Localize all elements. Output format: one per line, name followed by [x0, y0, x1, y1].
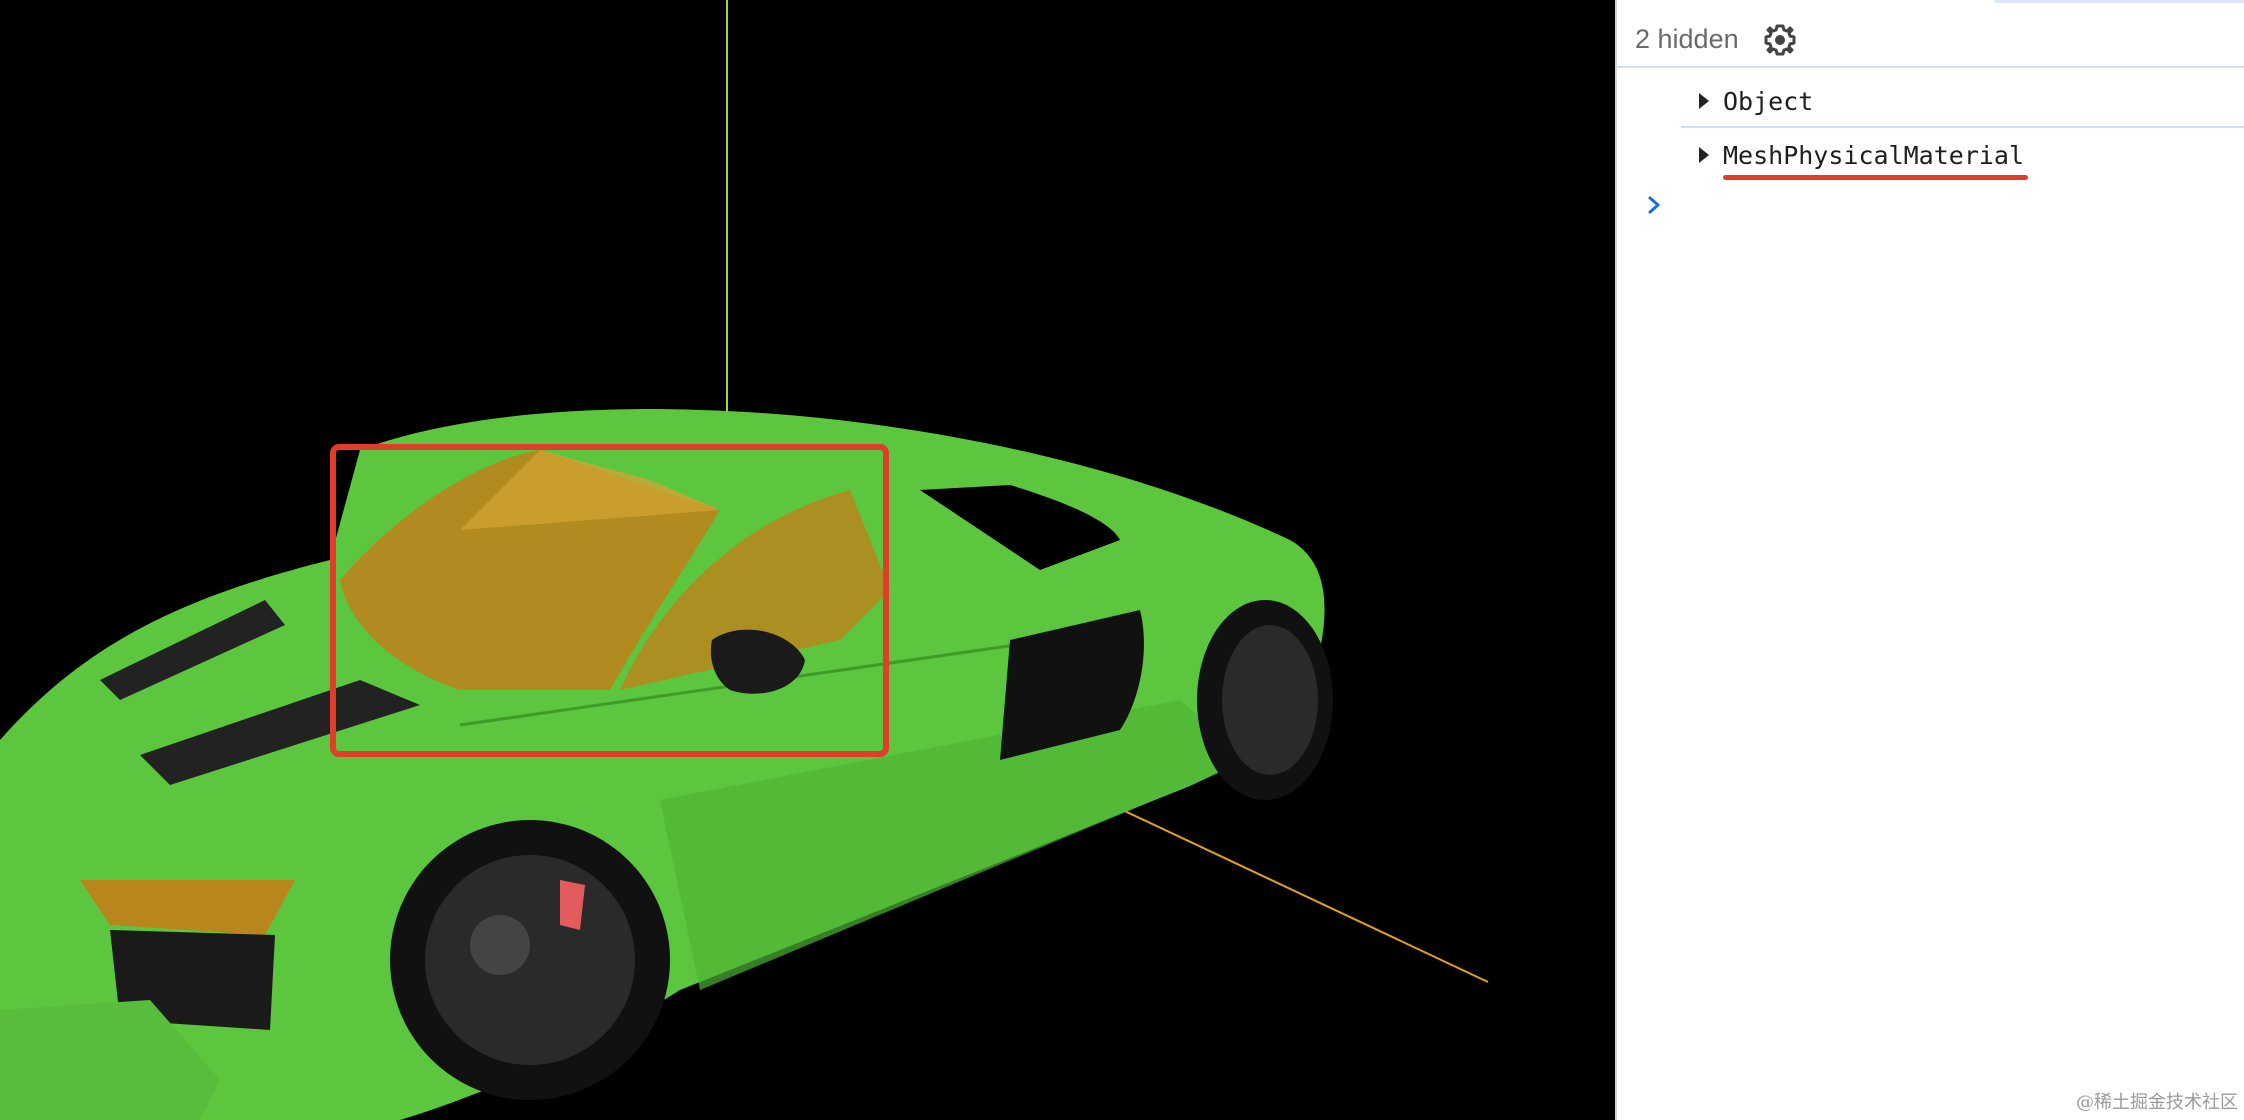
front-hub [470, 915, 530, 975]
entry-label: MeshPhysicalMaterial [1723, 140, 2029, 180]
devtools-console: 2 hidden Object MeshPhysicalMaterial @稀土… [1615, 0, 2244, 1120]
console-toolbar: 2 hidden [1617, 0, 2244, 68]
expand-triangle-icon[interactable] [1699, 147, 1709, 163]
gear-icon[interactable] [1760, 20, 1800, 60]
chevron-right-icon[interactable] [1645, 190, 1665, 220]
expand-triangle-icon[interactable] [1699, 93, 1709, 109]
entry-label-text: MeshPhysicalMaterial [1723, 140, 2025, 170]
console-entry-material[interactable]: MeshPhysicalMaterial [1681, 130, 2029, 180]
console-entry-object[interactable]: Object [1681, 76, 2244, 128]
front-rim [425, 855, 635, 1065]
red-underline-annotation [1723, 174, 2029, 180]
car-render [0, 0, 1489, 1120]
watermark: @稀土掘金技术社区 [2076, 1092, 2238, 1113]
rear-rim [1222, 625, 1318, 775]
three-viewport[interactable] [0, 0, 1615, 1120]
hidden-count-label: 2 hidden [1635, 24, 1739, 54]
entry-label: Object [1723, 86, 1814, 116]
